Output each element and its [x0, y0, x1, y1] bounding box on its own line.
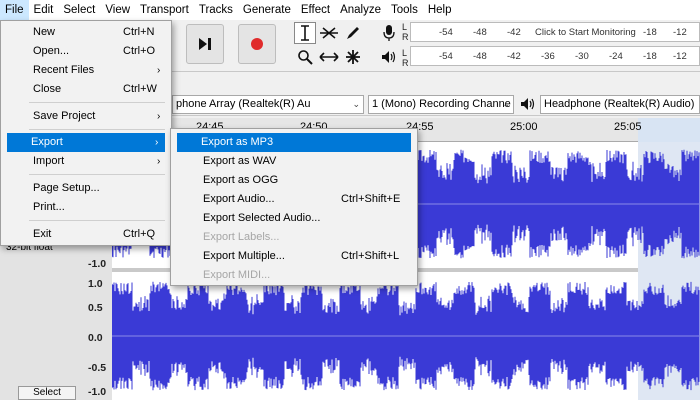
menu-separator	[29, 220, 165, 221]
chevron-right-icon: ›	[157, 65, 161, 76]
menu-item-print[interactable]: Print...	[3, 198, 169, 217]
menu-item-export-multiple[interactable]: Export Multiple... Ctrl+Shift+L	[173, 247, 415, 266]
zoom-tool-icon[interactable]	[294, 46, 316, 68]
record-meter-tick: -18	[643, 27, 657, 38]
chevron-right-icon: ›	[157, 156, 161, 167]
menu-file[interactable]: File	[0, 0, 29, 20]
speaker-icon[interactable]	[378, 46, 400, 68]
menu-item-recent-files[interactable]: Recent Files ›	[3, 61, 169, 80]
menu-item-close[interactable]: Close Ctrl+W	[3, 80, 169, 99]
chevron-right-icon: ›	[157, 111, 161, 122]
envelope-tool-icon[interactable]	[318, 22, 340, 44]
play-meter-tick: -42	[507, 51, 521, 62]
menu-item-export-wav[interactable]: Export as WAV	[173, 152, 415, 171]
draw-tool-icon[interactable]	[342, 22, 364, 44]
menu-separator	[29, 174, 165, 175]
monitor-prompt[interactable]: Click to Start Monitoring	[535, 27, 636, 38]
scale-label: -0.5	[88, 362, 107, 374]
play-meter-r-label: R	[402, 58, 409, 68]
menu-item-new[interactable]: New Ctrl+N	[3, 23, 169, 42]
record-icon	[251, 38, 263, 50]
menu-item-export-selected-audio[interactable]: Export Selected Audio...	[173, 209, 415, 228]
play-meter-tick: -24	[609, 51, 623, 62]
menu-transport[interactable]: Transport	[135, 0, 194, 20]
playback-meter[interactable]: -54 -48 -42 -36 -30 -24 -18 -12	[410, 46, 700, 66]
menu-generate[interactable]: Generate	[238, 0, 296, 20]
menu-item-import[interactable]: Import ›	[3, 152, 169, 171]
output-device-select[interactable]: Headphone (Realtek(R) Audio)	[540, 95, 700, 114]
selection-tool-icon[interactable]	[294, 22, 316, 44]
record-meter-tick: -54	[439, 27, 453, 38]
play-meter-tick: -12	[673, 51, 687, 62]
scale-label: 0.0	[88, 332, 103, 344]
menu-help[interactable]: Help	[423, 0, 457, 20]
timeline-selection	[638, 118, 700, 142]
play-meter-tick: -30	[575, 51, 589, 62]
record-meter[interactable]: -54 -48 -42 Click to Start Monitoring -1…	[410, 22, 700, 42]
menu-item-export-labels: Export Labels...	[203, 231, 280, 243]
menu-tools[interactable]: Tools	[386, 0, 423, 20]
record-meter-l-label: L	[402, 22, 408, 32]
microphone-icon[interactable]	[378, 22, 400, 44]
channels-select[interactable]: 1 (Mono) Recording Channe ⌄	[368, 95, 514, 114]
menu-item-save-project[interactable]: Save Project ›	[3, 107, 169, 126]
menu-view[interactable]: View	[100, 0, 135, 20]
timeline-tick: 25:05	[614, 121, 642, 133]
play-meter-tick: -36	[541, 51, 555, 62]
play-meter-tick: -18	[643, 51, 657, 62]
menu-item-export-ogg[interactable]: Export as OGG	[173, 171, 415, 190]
input-device-value: phone Array (Realtek(R) Au	[176, 98, 311, 110]
input-device-select[interactable]: phone Array (Realtek(R) Au ⌄	[172, 95, 364, 114]
menu-item-export-audio[interactable]: Export Audio... Ctrl+Shift+E	[173, 190, 415, 209]
menu-item-page-setup[interactable]: Page Setup...	[3, 179, 169, 198]
record-meter-tick: -42	[507, 27, 521, 38]
play-meter-l-label: L	[402, 48, 408, 58]
play-meter-tick: -54	[439, 51, 453, 62]
scale-label: -1.0	[88, 386, 107, 398]
scale-label: -1.0	[88, 258, 107, 270]
record-meter-tick: -12	[673, 27, 687, 38]
skip-end-button[interactable]	[186, 24, 224, 64]
skip-end-icon	[199, 38, 211, 50]
menu-effect[interactable]: Effect	[296, 0, 335, 20]
menu-item-open[interactable]: Open... Ctrl+O	[3, 42, 169, 61]
menu-tracks[interactable]: Tracks	[194, 0, 238, 20]
speaker-icon	[518, 94, 538, 114]
menu-edit[interactable]: Edit	[29, 0, 59, 20]
menu-analyze[interactable]: Analyze	[335, 0, 386, 20]
time-shift-tool-icon[interactable]	[318, 46, 340, 68]
output-device-value: Headphone (Realtek(R) Audio)	[544, 98, 695, 110]
record-button[interactable]	[238, 24, 276, 64]
scale-label: 0.5	[88, 302, 103, 314]
scale-label: 1.0	[88, 278, 103, 290]
menu-item-export-midi: Export MIDI...	[203, 269, 271, 281]
menu-select[interactable]: Select	[58, 0, 100, 20]
timeline-tick: 25:00	[510, 121, 538, 133]
channels-value: 1 (Mono) Recording Channe	[372, 98, 511, 110]
menu-bar: File Edit Select View Transport Tracks G…	[0, 0, 700, 20]
menu-item-export[interactable]: Export ›	[7, 133, 165, 152]
menu-separator	[29, 129, 165, 130]
file-menu: New Ctrl+N Open... Ctrl+O Recent Files ›…	[0, 20, 172, 246]
play-meter-tick: -48	[473, 51, 487, 62]
chevron-right-icon: ›	[155, 137, 159, 148]
menu-item-export-mp3[interactable]: Export as MP3	[177, 133, 411, 152]
export-submenu: Export as MP3 Export as WAV Export as OG…	[170, 128, 418, 286]
record-meter-r-label: R	[402, 32, 409, 42]
menu-separator	[29, 102, 165, 103]
chevron-down-icon: ⌄	[502, 99, 510, 109]
track-select-button[interactable]: Select	[18, 386, 76, 400]
record-meter-tick: -48	[473, 27, 487, 38]
menu-item-exit[interactable]: Exit Ctrl+Q	[3, 225, 169, 244]
multi-tool-icon[interactable]	[342, 46, 364, 68]
chevron-down-icon: ⌄	[352, 99, 360, 109]
